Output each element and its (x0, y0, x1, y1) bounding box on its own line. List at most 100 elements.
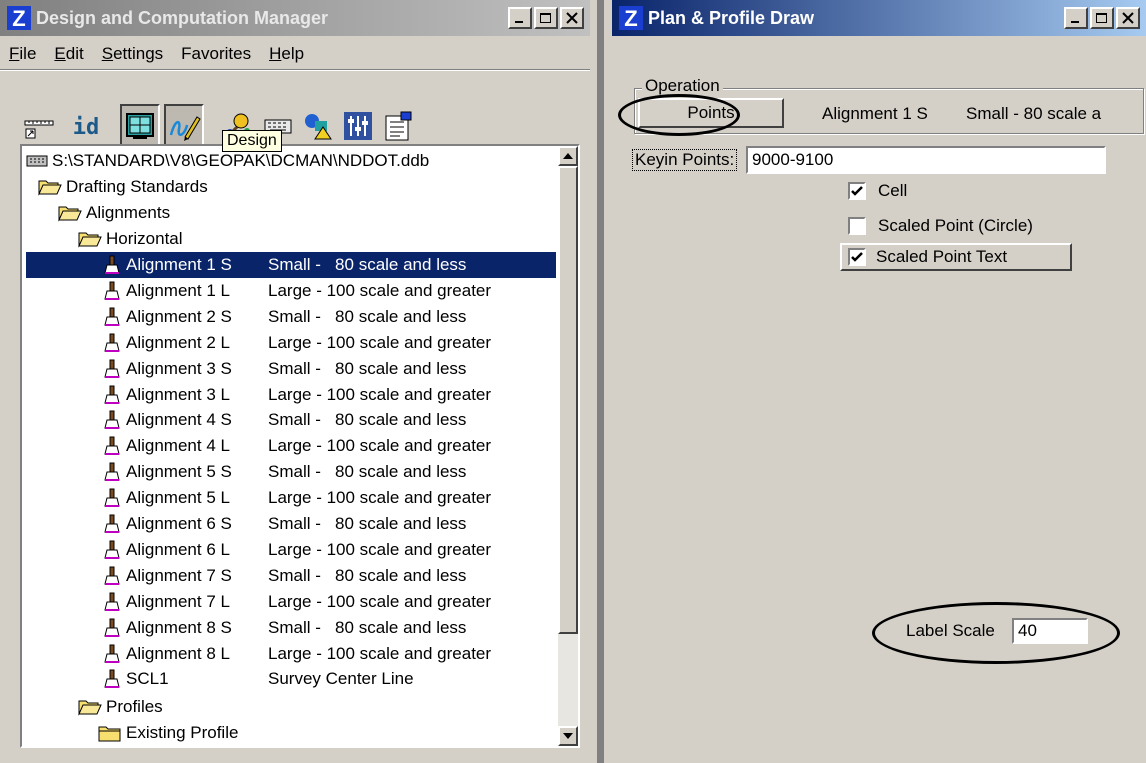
tree-item-description: Large - 100 scale and greater (268, 436, 492, 456)
tree-alignments[interactable]: Alignments (58, 200, 170, 226)
close-button[interactable] (1116, 7, 1140, 29)
tree-item-alignment[interactable]: Alignment 3 L Large - 100 scale and great… (26, 382, 556, 408)
operation-legend: Operation (642, 76, 723, 96)
sliders-icon (344, 112, 372, 140)
tree-existing-profile[interactable]: Existing Profile (98, 720, 238, 746)
menu-file[interactable]: File (0, 44, 45, 64)
tree-item-name: Alignment 4 S (126, 410, 232, 430)
tree-item-description: Large - 100 scale and greater (268, 384, 492, 404)
tree-profiles[interactable]: Profiles (78, 694, 163, 720)
tree-item-alignment[interactable]: Alignment 6 S Small - 80 scale and less (26, 511, 556, 537)
tree-drafting-standards[interactable]: Drafting Standards (38, 174, 208, 200)
tree-item-description: Large - 100 scale and greater (268, 332, 492, 352)
tree-item-alignment[interactable]: Alignment 3 S Small - 80 scale and less (26, 356, 556, 382)
checkmark-icon (851, 252, 863, 262)
tree-scrollbar[interactable] (558, 146, 578, 746)
tree-item-alignment[interactable]: Alignment 5 S Small - 80 scale and less (26, 459, 556, 485)
id-tool-button[interactable]: id (66, 104, 106, 148)
minimize-button[interactable] (1064, 7, 1088, 29)
dcm-tree[interactable]: S:\STANDARD\V8\GEOPAK\DCMAN\NDDOT.ddb Dr… (20, 144, 580, 748)
keyin-points-label: Keyin Points: (632, 149, 738, 171)
tree-item-alignment[interactable]: Alignment 6 L Large - 100 scale and great… (26, 537, 556, 563)
properties-tool-button[interactable] (378, 104, 418, 148)
grid-tool-button[interactable] (120, 104, 160, 148)
folder-open-icon (78, 700, 102, 716)
sliders-tool-button[interactable] (338, 104, 378, 148)
tree-item-alignment[interactable]: Alignment 8 S Small - 80 scale and less (26, 615, 556, 641)
shapes-tool-button[interactable] (298, 104, 338, 148)
tree-item-description: Survey Center Line (268, 669, 414, 689)
geopak-logo-icon: Z (7, 6, 31, 31)
brush-style-icon (104, 592, 120, 611)
brush-style-icon (104, 333, 120, 352)
points-button[interactable]: Points (638, 98, 784, 128)
scaled-point-circle-label: Scaled Point (Circle) (878, 216, 1033, 235)
label-scale-input[interactable]: 40 (1012, 618, 1088, 644)
maximize-button[interactable] (1090, 7, 1114, 29)
menu-settings[interactable]: Settings (93, 44, 172, 64)
dcm-menubar: File Edit Settings Favorites Help (0, 40, 313, 68)
tree-item-alignment[interactable]: SCL1 Survey Center Line (26, 666, 556, 692)
menu-edit[interactable]: Edit (45, 44, 92, 64)
brush-style-icon (104, 359, 120, 378)
brush-style-icon (104, 540, 120, 559)
minimize-icon (515, 21, 523, 23)
tree-item-alignment[interactable]: Alignment 5 L Large - 100 scale and great… (26, 485, 556, 511)
tree-item-description: Small - 80 scale and less (268, 358, 467, 378)
tree-item-alignment[interactable]: Alignment 8 L Large - 100 scale and great… (26, 641, 556, 667)
tree-item-name: Alignment 4 L (126, 436, 230, 456)
tree-item-description: Small - 80 scale and less (268, 255, 467, 274)
tree-item-alignment[interactable]: Alignment 7 L Large - 100 scale and great… (26, 589, 556, 615)
brush-style-icon (104, 669, 120, 689)
folder-open-icon (38, 180, 62, 196)
folder-open-icon (78, 232, 102, 248)
scaled-point-text-label: Scaled Point Text (876, 247, 1008, 266)
checkmark-icon (851, 186, 863, 196)
close-icon (1122, 12, 1134, 24)
design-tooltip: Design (222, 130, 282, 152)
dcm-titlebar[interactable]: Z Design and Computation Manager (0, 0, 590, 36)
menu-help[interactable]: Help (260, 44, 313, 64)
tree-item-alignment[interactable]: Alignment 7 S Small - 80 scale and less (26, 563, 556, 589)
scaled-point-text-checkbox[interactable] (848, 248, 866, 266)
tree-item-name: Alignment 8 L (126, 643, 230, 663)
cell-label: Cell (878, 181, 908, 200)
ppd-titlebar[interactable]: Z Plan & Profile Draw (612, 0, 1146, 36)
folder-closed-icon (98, 726, 121, 742)
cell-checkbox[interactable] (848, 182, 866, 200)
minimize-button[interactable] (508, 7, 532, 29)
scroll-down-button[interactable] (558, 726, 578, 746)
tree-item-name: Alignment 1 L (126, 280, 230, 300)
tree-item-alignment[interactable]: Alignment 4 L Large - 100 scale and great… (26, 433, 556, 459)
tree-item-name: Alignment 7 L (126, 591, 230, 611)
design-tool-button[interactable] (164, 104, 204, 148)
brush-style-icon (104, 436, 120, 456)
status-description: Small - 80 scale a (966, 104, 1102, 123)
ppd-window: Z Plan & Profile Draw Operation Points A… (612, 0, 1146, 763)
ruler-tool-button[interactable] (20, 104, 60, 148)
tree-item-alignment[interactable]: Alignment 1 S Small - 80 scale and less (26, 252, 556, 278)
brush-style-icon (104, 514, 120, 533)
maximize-button[interactable] (534, 7, 558, 29)
minimize-icon (1071, 21, 1079, 23)
tree-item-description: Small - 80 scale and less (268, 410, 467, 430)
scaled-point-text-button[interactable]: Scaled Point Text (840, 243, 1072, 271)
tree-item-name: Alignment 6 L (126, 539, 230, 559)
close-button[interactable] (560, 7, 584, 29)
grid-icon (126, 113, 154, 139)
tree-item-alignment[interactable]: Alignment 2 L Large - 100 scale and great… (26, 330, 556, 356)
tree-item-name: Alignment 2 S (126, 306, 232, 326)
tree-item-alignment[interactable]: Alignment 2 S Small - 80 scale and less (26, 304, 556, 330)
menu-favorites[interactable]: Favorites (172, 44, 260, 64)
keyin-points-input[interactable]: 9000-9100 (746, 146, 1106, 174)
scroll-thumb[interactable] (558, 166, 578, 634)
window-divider (590, 0, 612, 763)
tree-item-alignment[interactable]: Alignment 1 L Large - 100 scale and great… (26, 278, 556, 304)
tree-item-description: Small - 80 scale and less (268, 617, 467, 637)
tree-item-alignment[interactable]: Alignment 4 S Small - 80 scale and less (26, 407, 556, 433)
brush-style-icon (104, 644, 120, 663)
scroll-up-button[interactable] (558, 146, 578, 166)
scaled-point-circle-checkbox[interactable] (848, 217, 866, 235)
tree-horizontal[interactable]: Horizontal (78, 226, 183, 252)
brush-style-icon (104, 307, 120, 326)
